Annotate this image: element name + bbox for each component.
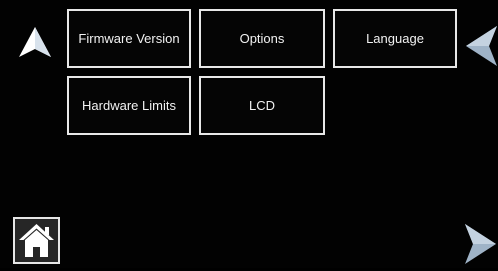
options-label: Options xyxy=(239,31,285,46)
language-button[interactable]: Language xyxy=(333,9,457,68)
right-arrow-icon[interactable] xyxy=(464,222,498,266)
up-arrow-icon[interactable] xyxy=(18,26,52,58)
home-button[interactable] xyxy=(13,217,60,264)
home-icon xyxy=(15,219,58,262)
firmware-version-button[interactable]: Firmware Version xyxy=(67,9,191,68)
left-arrow-icon[interactable] xyxy=(464,24,498,68)
touch-screen: Firmware Version Options Language Hardwa… xyxy=(0,0,498,268)
options-button[interactable]: Options xyxy=(199,9,325,68)
lcd-button[interactable]: LCD xyxy=(199,76,325,135)
hardware-limits-button[interactable]: Hardware Limits xyxy=(67,76,191,135)
hardware-limits-label: Hardware Limits xyxy=(82,98,176,113)
lcd-label: LCD xyxy=(248,98,275,113)
language-label: Language xyxy=(366,31,424,46)
firmware-version-label: Firmware Version xyxy=(78,31,180,46)
